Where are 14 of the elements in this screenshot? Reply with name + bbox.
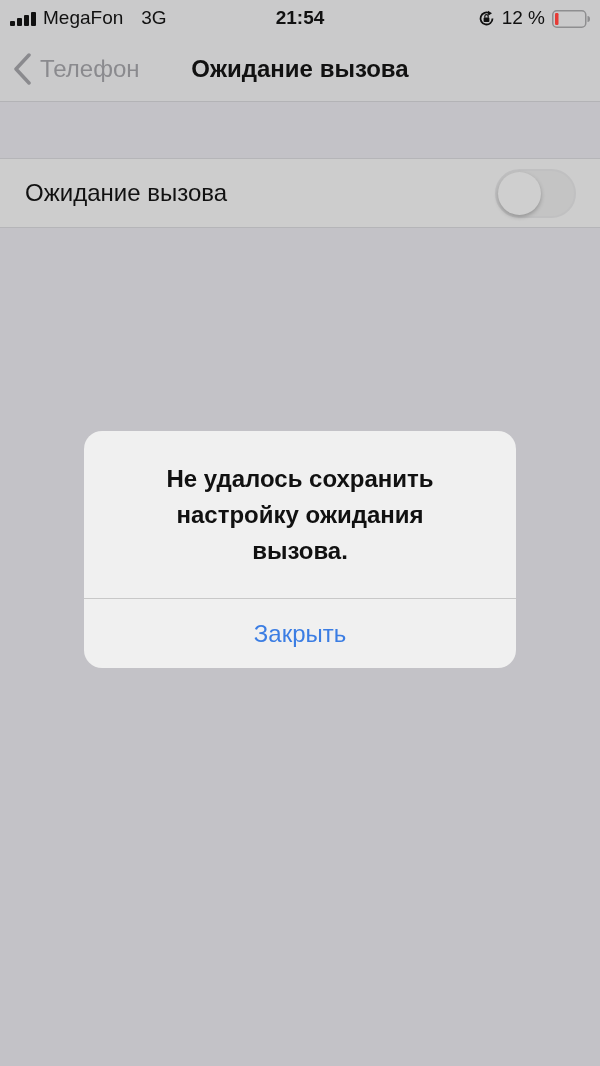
setting-label: Ожидание вызова (25, 178, 228, 208)
network-type: 3G (141, 6, 167, 31)
carrier-name: MegaFon (43, 6, 124, 31)
page-title: Ожидание вызова (191, 54, 409, 84)
close-button[interactable]: Закрыть (84, 598, 516, 668)
alert-message: Не удалось сохранить настройку ожидания вызова. (165, 464, 435, 566)
battery-icon (552, 9, 590, 28)
battery-percentage: 12 % (501, 6, 545, 31)
back-button[interactable]: Телефон (0, 51, 140, 87)
clock-time: 21:54 (275, 6, 325, 31)
rotation-lock-icon (477, 10, 495, 27)
back-chevron-icon (13, 53, 32, 85)
signal-icon (10, 11, 37, 26)
toggle-switch[interactable] (495, 168, 576, 218)
